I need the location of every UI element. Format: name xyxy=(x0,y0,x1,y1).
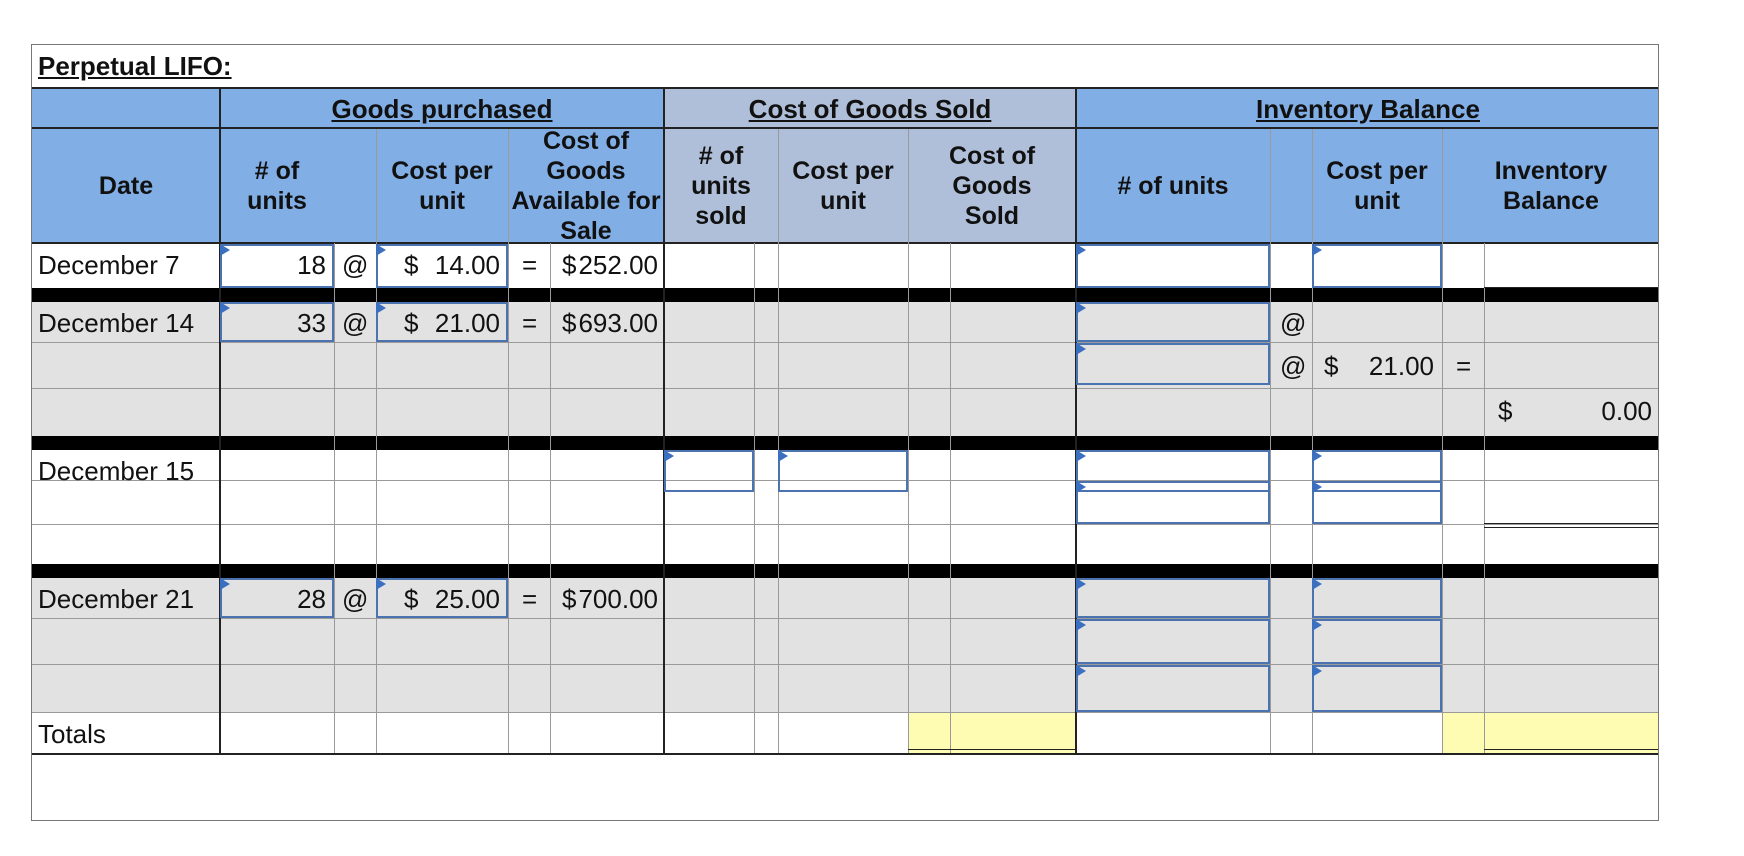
dollar-sign: $ xyxy=(404,308,419,338)
inv-units-input-dec21-c[interactable] xyxy=(1076,665,1270,712)
input-marker-icon xyxy=(1076,578,1086,590)
cost-value-dec14: 21.00 xyxy=(434,308,500,338)
total-value-dec7: 252.00 xyxy=(578,250,658,280)
input-marker-icon xyxy=(1076,481,1086,493)
inv-units-input-dec7[interactable] xyxy=(1076,244,1270,288)
input-marker-icon xyxy=(1312,244,1322,256)
row-date-dec21: December 21 xyxy=(38,584,195,614)
col-date: Date xyxy=(98,172,154,200)
at-sign: @ xyxy=(1280,351,1307,381)
table-title: Perpetual LIFO: xyxy=(38,51,232,81)
row-date-dec15: December 15 xyxy=(38,456,195,486)
row-date-dec14: December 14 xyxy=(38,308,195,338)
input-marker-icon xyxy=(1312,578,1322,590)
col-units-sold-text: # of units sold xyxy=(691,142,751,230)
col-units-text: # of units xyxy=(247,157,307,215)
equals-sign: = xyxy=(522,308,538,338)
inv-cost-input-dec21-a[interactable] xyxy=(1312,578,1442,618)
row-date-dec7: December 7 xyxy=(38,250,180,280)
inv-cost-input-dec7[interactable] xyxy=(1312,244,1442,288)
inv-cost-value-dec14: 21.00 xyxy=(1368,351,1434,381)
equals-sign: = xyxy=(1456,351,1472,381)
inv-cost-input-dec21-b[interactable] xyxy=(1312,619,1442,664)
group-cost-of-goods-sold: Cost of Goods Sold xyxy=(748,93,992,124)
col-cost-per-unit: Cost per unit xyxy=(376,129,508,243)
input-marker-icon xyxy=(1312,619,1322,631)
at-sign: @ xyxy=(342,584,369,614)
col-units-sold: # of units sold xyxy=(664,129,778,243)
input-marker-icon xyxy=(376,302,386,314)
col-inv-balance: Inventory Balance xyxy=(1442,129,1658,243)
col-inv-balance-text: Inventory Balance xyxy=(1494,157,1608,215)
input-marker-icon xyxy=(1076,302,1086,314)
input-marker-icon xyxy=(1312,665,1322,677)
dollar-sign: $ xyxy=(404,584,419,614)
input-marker-icon xyxy=(1076,244,1086,256)
inv-units-input-dec14-a[interactable] xyxy=(1076,302,1270,342)
inv-cost-input-dec15-b[interactable] xyxy=(1312,481,1442,524)
cogs-cost-input-dec15[interactable] xyxy=(778,450,908,492)
col-cost-per-unit-text: Cost per unit xyxy=(391,157,493,215)
inv-cost-input-dec21-c[interactable] xyxy=(1312,665,1442,712)
units-value-dec7: 18 xyxy=(297,250,326,280)
col-cogs-total: Cost of Goods Sold xyxy=(908,129,1076,243)
inv-units-input-dec21-a[interactable] xyxy=(1076,578,1270,618)
units-value-dec21: 28 xyxy=(297,584,326,614)
col-cogs-cost-per-unit: Cost per unit xyxy=(778,129,908,243)
dollar-sign: $ xyxy=(1324,351,1339,381)
units-sold-input-dec15[interactable] xyxy=(664,450,754,492)
row-totals: Totals xyxy=(38,719,106,749)
input-marker-icon xyxy=(1076,619,1086,631)
inv-units-input-dec15-b[interactable] xyxy=(1076,481,1270,524)
inv-units-input-dec14-b[interactable] xyxy=(1076,343,1270,385)
input-marker-icon xyxy=(1076,450,1086,462)
equals-sign: = xyxy=(522,584,538,614)
at-sign: @ xyxy=(1280,308,1307,338)
inv-balance-value-dec14: 0.00 xyxy=(1601,396,1652,426)
inv-units-input-dec21-b[interactable] xyxy=(1076,619,1270,664)
input-marker-icon xyxy=(1076,343,1086,355)
input-marker-icon xyxy=(376,578,386,590)
input-marker-icon xyxy=(1312,450,1322,462)
cost-value-dec21: 25.00 xyxy=(434,584,500,614)
input-marker-icon xyxy=(376,244,386,256)
at-sign: @ xyxy=(342,250,369,280)
col-inv-units: # of units xyxy=(1117,172,1229,200)
cogs-total-cell[interactable] xyxy=(908,712,1076,754)
total-value-dec21: 700.00 xyxy=(578,584,658,614)
group-goods-purchased: Goods purchased xyxy=(331,93,553,124)
col-inv-cost-per-unit-text: Cost per unit xyxy=(1326,157,1428,215)
perpetual-lifo-table: Perpetual LIFO: Goods purchased Cost of … xyxy=(31,44,1659,821)
total-value-dec14: 693.00 xyxy=(578,308,658,338)
input-marker-icon xyxy=(778,450,788,462)
input-marker-icon xyxy=(1076,665,1086,677)
col-inv-cost-per-unit: Cost per unit xyxy=(1312,129,1442,243)
input-marker-icon xyxy=(1312,481,1322,493)
dollar-sign: $ xyxy=(1498,396,1513,426)
col-available: Cost of Goods Available for Sale xyxy=(508,127,664,245)
inventory-total-cell[interactable] xyxy=(1442,712,1658,754)
input-marker-icon xyxy=(664,450,674,462)
col-units: # of units xyxy=(220,129,334,243)
col-available-text: Cost of Goods Available for Sale xyxy=(511,127,661,245)
col-cogs-total-text: Cost of Goods Sold xyxy=(948,142,1036,230)
col-cogs-cost-per-unit-text: Cost per unit xyxy=(792,157,894,215)
at-sign: @ xyxy=(342,308,369,338)
cost-value-dec7: 14.00 xyxy=(434,250,500,280)
units-value-dec14: 33 xyxy=(297,308,326,338)
equals-sign: = xyxy=(522,250,538,280)
dollar-sign: $ xyxy=(404,250,419,280)
group-inventory-balance: Inventory Balance xyxy=(1256,93,1480,124)
